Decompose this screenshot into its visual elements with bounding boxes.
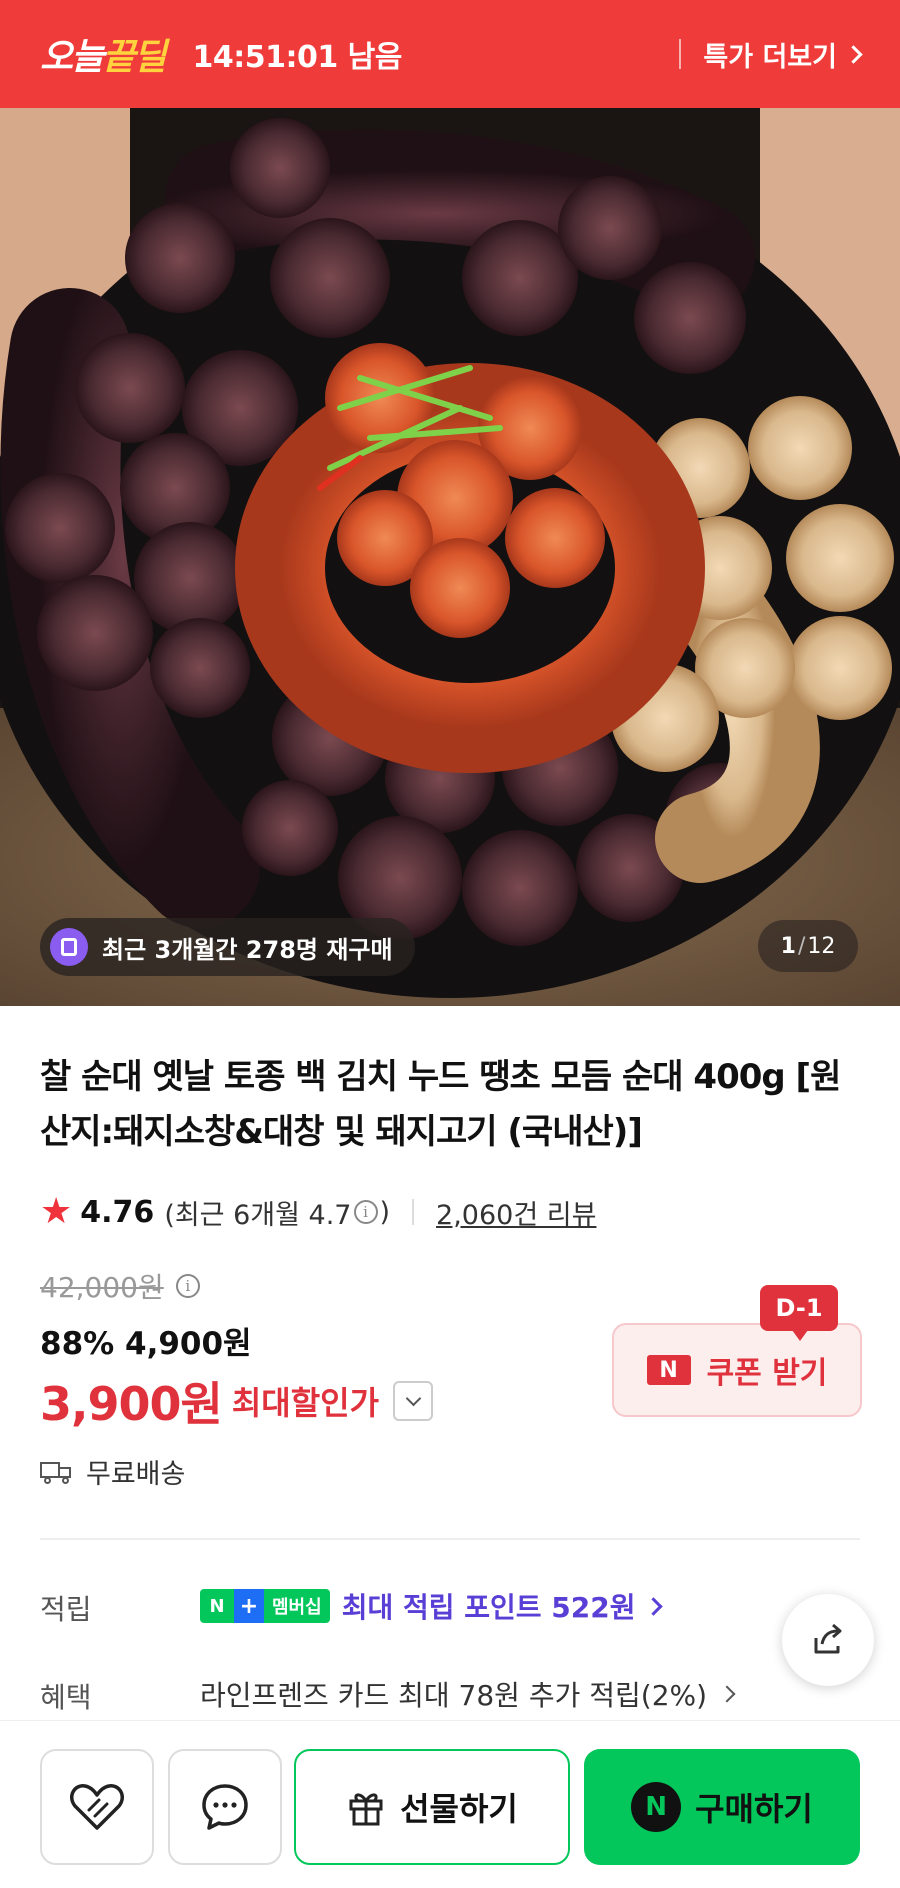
recent-rating-text: (최근 6개월 4.7 xyxy=(164,1199,352,1231)
sale-price-row: 88% 4,900원 xyxy=(40,1318,252,1363)
truck-icon xyxy=(40,1460,74,1484)
badge-plus: + xyxy=(234,1589,264,1623)
naver-plus-membership-badge: N + 멤버십 xyxy=(200,1589,330,1623)
deal-brand-logo: 오늘끝딜 xyxy=(40,28,167,80)
gift-label: 선물하기 xyxy=(400,1790,518,1828)
image-counter-separator: / xyxy=(797,933,806,959)
gift-button[interactable]: 선물하기 xyxy=(294,1749,570,1865)
original-price: 42,000원 xyxy=(40,1271,164,1304)
chat-button[interactable] xyxy=(168,1749,282,1865)
benefit-label: 혜택 xyxy=(40,1681,92,1714)
repurchase-text: 최근 3개월간 278명 재구매 xyxy=(102,935,393,964)
divider xyxy=(412,1199,415,1225)
bag-icon xyxy=(50,928,88,966)
wishlist-button[interactable] xyxy=(40,1749,154,1865)
naver-pay-icon: N xyxy=(631,1782,682,1832)
badge-membership: 멤버십 xyxy=(264,1589,330,1623)
product-title: 찰 순대 옛날 토종 백 김치 누드 땡초 모듬 순대 400g [원산지:돼지… xyxy=(40,1057,841,1152)
final-price: 3,900원 xyxy=(40,1377,223,1431)
image-current-index: 1 xyxy=(780,933,796,959)
gift-icon xyxy=(349,1793,383,1826)
product-image-gallery[interactable]: 최근 3개월간 278명 재구매 1/12 xyxy=(0,108,900,1006)
points-text: 최대 적립 포인트 522원 xyxy=(341,1591,636,1624)
dday-badge: D-1 xyxy=(760,1285,838,1341)
info-icon[interactable]: i xyxy=(175,1274,200,1298)
points-link[interactable]: N + 멤버십 최대 적립 포인트 522원 xyxy=(200,1586,664,1626)
brand-highlight: 끝딜 xyxy=(102,37,166,78)
price-detail-toggle[interactable] xyxy=(393,1381,434,1421)
heart-icon xyxy=(70,1784,124,1830)
bottom-action-bar: 선물하기 N 구매하기 xyxy=(0,1720,900,1888)
deal-countdown: 14:51:01 남음 xyxy=(192,40,403,75)
share-button[interactable] xyxy=(782,1594,874,1686)
naver-logo-icon: N xyxy=(646,1355,691,1385)
coupon-button[interactable]: N 쿠폰 받기 xyxy=(612,1323,862,1417)
section-divider xyxy=(40,1538,860,1540)
badge-n: N xyxy=(200,1589,234,1623)
sale-price: 4,900원 xyxy=(125,1326,252,1362)
discount-rate: 88% xyxy=(40,1326,115,1362)
repurchase-badge: 최근 3개월간 278명 재구매 xyxy=(40,918,415,976)
benefit-link[interactable]: 라인프렌즈 카드 최대 78원 추가 적립(2%) xyxy=(200,1674,736,1714)
info-icon[interactable]: i xyxy=(353,1200,378,1224)
chevron-right-icon xyxy=(844,44,863,64)
chat-icon xyxy=(202,1784,248,1830)
review-count-link[interactable]: 2,060건 리뷰 xyxy=(436,1193,596,1232)
chevron-right-icon xyxy=(644,1596,664,1616)
final-price-row: 3,900원 최대할인가 xyxy=(40,1368,434,1434)
original-price-row: 42,000원 i xyxy=(40,1266,202,1306)
points-label: 적립 xyxy=(40,1593,92,1626)
recent-rating: (최근 6개월 4.7 xyxy=(164,1193,351,1232)
more-deals-label: 특가 더보기 xyxy=(703,41,837,73)
product-photo xyxy=(0,108,900,1006)
buy-button[interactable]: N 구매하기 xyxy=(584,1749,860,1865)
rating-row: ★ 4.76 (최근 6개월 4.7 i ) 2,060건 리뷰 xyxy=(40,1190,596,1234)
banner-divider xyxy=(679,39,682,69)
image-total: 12 xyxy=(807,933,836,959)
final-price-label: 최대할인가 xyxy=(231,1384,380,1422)
chevron-right-icon xyxy=(718,1685,736,1703)
share-icon xyxy=(814,1623,842,1654)
coupon-label: 쿠폰 받기 xyxy=(706,1356,828,1391)
image-counter: 1/12 xyxy=(758,920,858,972)
more-deals-link[interactable]: 특가 더보기 xyxy=(703,35,863,74)
chevron-down-icon xyxy=(405,1390,421,1407)
shipping-text: 무료배송 xyxy=(86,1459,186,1490)
recent-rating-close: ) xyxy=(379,1196,391,1228)
deal-banner: 오늘끝딜 14:51:01 남음 특가 더보기 xyxy=(0,0,900,108)
brand-prefix: 오늘 xyxy=(40,37,104,78)
benefit-text: 라인프렌즈 카드 최대 78원 추가 적립(2%) xyxy=(200,1679,708,1712)
buy-label: 구매하기 xyxy=(695,1790,813,1828)
star-icon: ★ xyxy=(40,1191,73,1232)
rating-value: 4.76 xyxy=(80,1194,155,1230)
shipping-info: 무료배송 xyxy=(40,1452,185,1491)
